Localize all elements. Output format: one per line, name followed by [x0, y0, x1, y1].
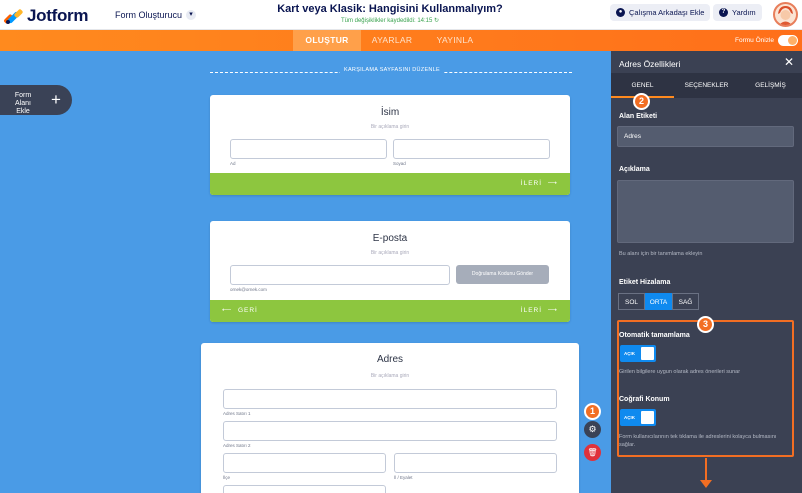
callout-badge-2: 2: [633, 93, 650, 110]
chevron-down-icon: ▾: [186, 10, 197, 20]
form-title[interactable]: Kart veya Klasik: Hangisini Kullanmalıyı…: [250, 3, 530, 15]
preview-toggle[interactable]: [778, 35, 798, 46]
collab-label: Çalışma Arkadaşı Ekle: [629, 8, 705, 17]
tab-publish[interactable]: YAYINLA: [426, 30, 484, 51]
edit-welcome-page-link[interactable]: KARŞILAMA SAYFASINI DÜZENLE: [340, 67, 445, 73]
field-label-input[interactable]: Adres: [617, 126, 794, 147]
name-question-card[interactable]: İsim Bir açıklama girin Ad Soyad İLERİ ⟶: [210, 95, 570, 195]
district-sublabel: İlçe: [223, 475, 231, 480]
state-sublabel: İl / Eyalet: [394, 475, 413, 480]
state-input[interactable]: [394, 453, 557, 473]
next-label: İLERİ: [520, 307, 543, 314]
card-nav-bar: ⟵ GERİ İLERİ ⟶: [210, 300, 570, 322]
callout-badge-1: 1: [584, 403, 601, 420]
back-label: GERİ: [237, 307, 258, 314]
help-label: Yardım: [732, 8, 756, 17]
next-button[interactable]: İLERİ ⟶: [521, 173, 558, 195]
arrow-left-icon: ⟵: [222, 307, 233, 314]
address-line-2-sublabel: Adres Satırı 2: [223, 443, 251, 448]
question-description[interactable]: Bir açıklama girin: [201, 373, 579, 379]
close-icon[interactable]: ✕: [784, 55, 794, 69]
address-line-2-input[interactable]: [223, 421, 557, 441]
trash-icon[interactable]: 🗑: [584, 444, 601, 461]
jotform-logo[interactable]: Jotform: [3, 6, 89, 26]
plus-icon: +: [51, 90, 61, 109]
top-bar: Jotform Form Oluşturucu ▾ Kart veya Klas…: [0, 0, 802, 30]
refresh-icon: ↻: [434, 18, 440, 24]
add-collaborator-button[interactable]: ● Çalışma Arkadaşı Ekle: [610, 4, 711, 21]
card-nav-bar: İLERİ ⟶: [210, 173, 570, 195]
district-input[interactable]: [223, 453, 386, 473]
tab-options[interactable]: SEÇENEKLER: [675, 73, 738, 98]
align-left-button[interactable]: SOL: [618, 293, 645, 310]
logo-text: Jotform: [27, 6, 89, 25]
tab-settings[interactable]: AYARLAR: [364, 30, 420, 51]
arrow-down-icon: [705, 458, 707, 482]
label-align-group: SOL ORTA SAĞ: [618, 293, 699, 310]
arrow-right-icon: ⟶: [547, 180, 558, 187]
panel-title: Adres Özellikleri: [619, 59, 681, 69]
address-line-1-sublabel: Adres Satırı 1: [223, 411, 251, 416]
postal-code-input[interactable]: [223, 485, 386, 493]
save-status: Tüm değişiklikler kaydedildi: 14:15 ↻: [250, 17, 530, 24]
help-icon: ?: [719, 8, 728, 17]
send-verification-code-button[interactable]: Doğrulama Kodunu Gönder: [456, 265, 549, 284]
highlight-box: [617, 320, 794, 457]
field-label-heading: Alan Etiketi: [619, 113, 658, 120]
callout-badge-3: 3: [697, 316, 714, 333]
address-line-1-input[interactable]: [223, 389, 557, 409]
arrow-right-icon: ⟶: [547, 307, 558, 314]
next-button[interactable]: İLERİ ⟶: [521, 300, 558, 322]
avatar[interactable]: [773, 2, 798, 27]
email-question-card[interactable]: E-posta Bir açıklama girin Doğrulama Kod…: [210, 221, 570, 322]
question-title[interactable]: E-posta: [210, 233, 570, 244]
save-status-text: Tüm değişiklikler kaydedildi: 14:15: [340, 18, 433, 24]
help-button[interactable]: ? Yardım: [713, 4, 762, 21]
builder-label: Form Oluşturucu: [115, 10, 183, 20]
description-textarea[interactable]: [617, 180, 794, 243]
user-icon: ●: [616, 8, 625, 17]
label-align-heading: Etiket Hizalama: [619, 279, 671, 286]
description-heading: Açıklama: [619, 166, 650, 173]
add-field-label: Form Alanı Ekle: [14, 92, 32, 115]
gear-icon[interactable]: ⚙: [584, 421, 601, 438]
question-description[interactable]: Bir açıklama girin: [210, 250, 570, 256]
description-hint: Bu alanı için bir tanımlama ekleyin: [619, 251, 703, 257]
question-description[interactable]: Bir açıklama girin: [210, 124, 570, 130]
tab-build[interactable]: OLUŞTUR: [293, 30, 361, 51]
main-nav: OLUŞTUR AYARLAR YAYINLA Formu Önizle: [0, 30, 802, 51]
align-right-button[interactable]: SAĞ: [672, 293, 699, 310]
preview-label: Formu Önizle: [735, 37, 775, 44]
first-name-input[interactable]: [230, 139, 387, 159]
last-name-input[interactable]: [393, 139, 550, 159]
last-name-sublabel: Soyad: [393, 161, 406, 166]
back-button[interactable]: ⟵ GERİ: [222, 300, 258, 322]
tab-advanced[interactable]: GELİŞMİŞ: [739, 73, 802, 98]
form-builder-menu[interactable]: Form Oluşturucu ▾: [115, 10, 197, 20]
email-example-sublabel: ornek@ornek.com: [230, 287, 267, 292]
email-input[interactable]: [230, 265, 450, 285]
jotform-logo-icon: [3, 8, 24, 25]
question-title[interactable]: İsim: [210, 107, 570, 118]
arrow-head: [700, 480, 712, 488]
add-form-element-button[interactable]: Form Alanı Ekle +: [0, 85, 72, 115]
first-name-sublabel: Ad: [230, 161, 236, 166]
align-center-button[interactable]: ORTA: [645, 293, 672, 310]
question-title[interactable]: Adres: [201, 354, 579, 365]
address-question-card[interactable]: Adres Bir açıklama girin Adres Satırı 1 …: [201, 343, 579, 493]
next-label: İLERİ: [520, 180, 543, 187]
